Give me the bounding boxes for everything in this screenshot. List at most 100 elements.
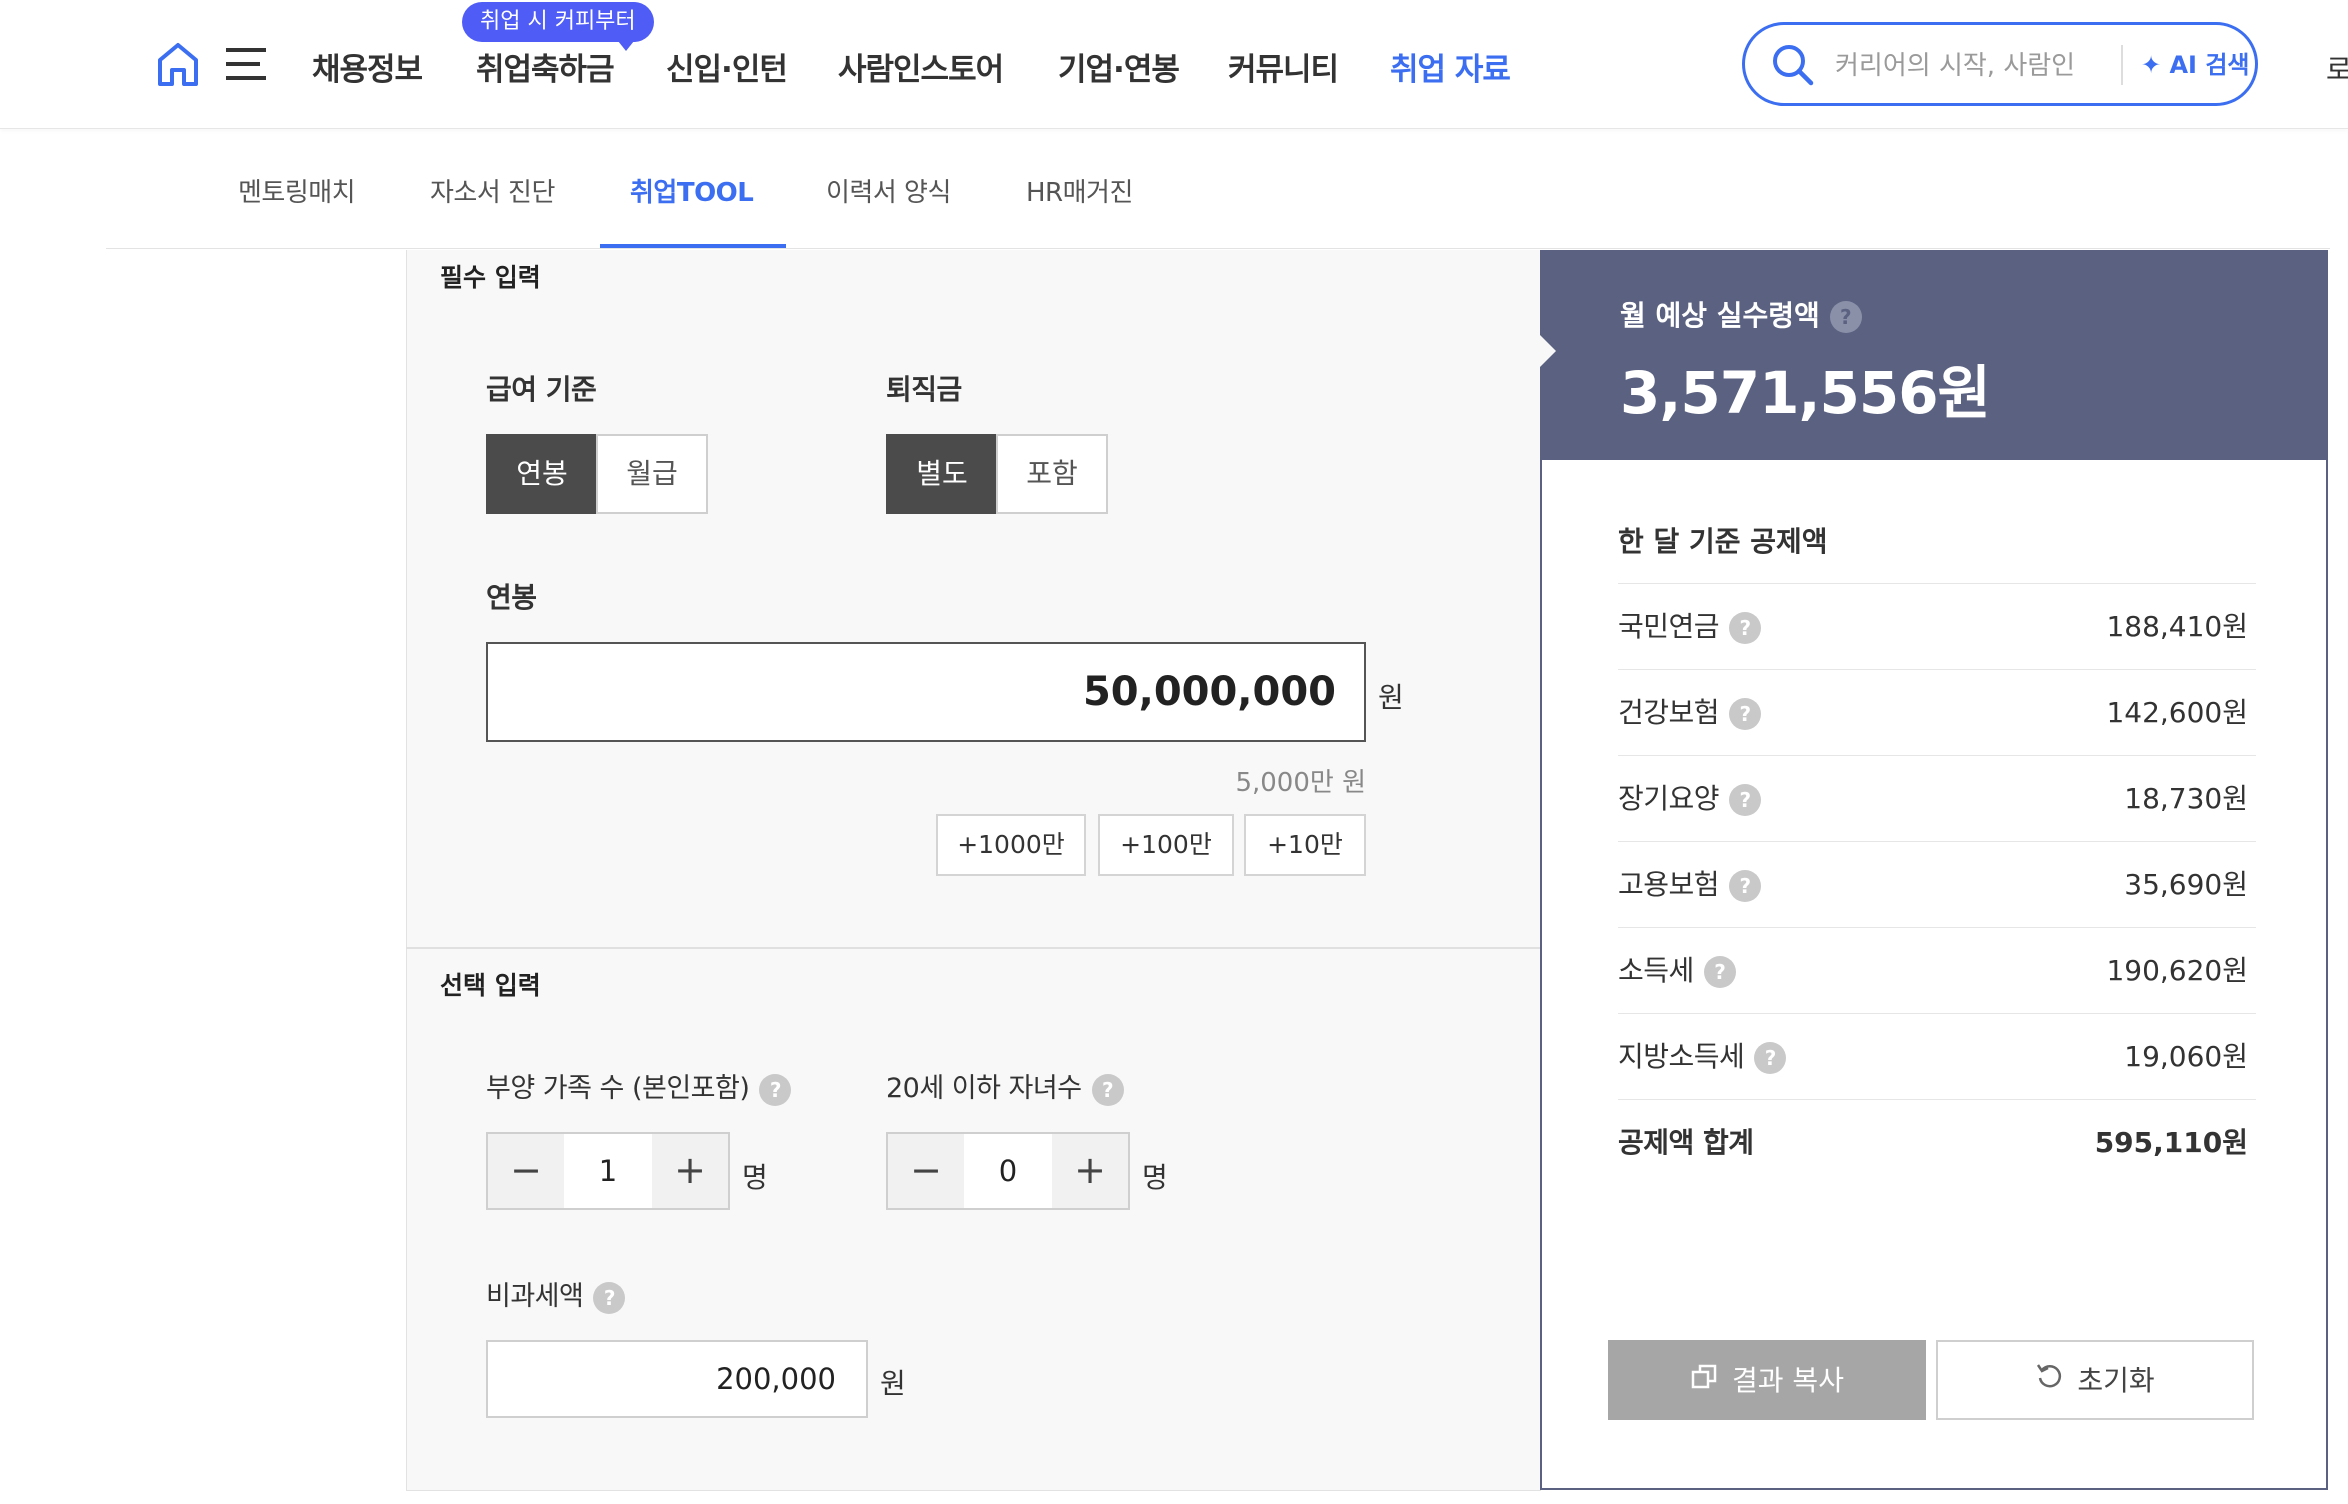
deduction-name: 소득세? bbox=[1618, 928, 1736, 1014]
top-header: 채용정보 취업축하금 신입·인턴 사람인스토어 기업·연봉 커뮤니티 취업 자료… bbox=[0, 0, 2348, 129]
optional-section-title: 선택 입력 bbox=[440, 971, 541, 1000]
deduction-name-text: 소득세 bbox=[1618, 954, 1694, 987]
deduction-total-label: 공제액 합계 bbox=[1618, 1126, 1754, 1159]
deduction-value: 188,410원 bbox=[2106, 610, 2248, 643]
deduction-title: 한 달 기준 공제액 bbox=[1618, 525, 1828, 558]
children-value[interactable]: 0 bbox=[964, 1134, 1052, 1208]
deduction-row: 소득세? 190,620원 bbox=[1618, 927, 2256, 1014]
help-icon[interactable]: ? bbox=[1729, 698, 1762, 730]
header-edge-text[interactable]: 로 bbox=[2326, 48, 2348, 88]
help-icon[interactable]: ? bbox=[1754, 1042, 1787, 1074]
children-plus-button[interactable]: + bbox=[1052, 1134, 1128, 1208]
severance-separate[interactable]: 별도 bbox=[886, 434, 998, 514]
deduction-name-text: 건강보험 bbox=[1618, 696, 1720, 729]
promo-badge: 취업 시 커피부터 bbox=[462, 2, 654, 51]
nav-store[interactable]: 사람인스토어 bbox=[838, 44, 1004, 89]
reset-icon bbox=[2035, 1343, 2065, 1421]
add-100k-button[interactable]: +10만 bbox=[1244, 814, 1366, 876]
deduction-name-text: 국민연금 bbox=[1618, 610, 1720, 643]
reset-label: 초기화 bbox=[2077, 1364, 2155, 1397]
severance-label: 퇴직금 bbox=[886, 373, 962, 406]
dependents-stepper: − 1 + bbox=[486, 1132, 730, 1210]
deduction-name-text: 장기요양 bbox=[1618, 782, 1720, 815]
subnav-active-indicator bbox=[600, 244, 786, 248]
deduction-name: 지방소득세? bbox=[1618, 1014, 1787, 1100]
copy-icon bbox=[1690, 1343, 1718, 1421]
net-pay-title-text: 월 예상 실수령액 bbox=[1620, 299, 1820, 332]
deduction-name-text: 고용보험 bbox=[1618, 868, 1720, 901]
help-icon[interactable]: ? bbox=[1703, 956, 1736, 988]
deduction-value: 190,620원 bbox=[2106, 954, 2248, 987]
salary-hint: 5,000만 원 bbox=[1235, 768, 1366, 798]
deduction-row: 장기요양? 18,730원 bbox=[1618, 755, 2256, 842]
nav-community[interactable]: 커뮤니티 bbox=[1228, 44, 1339, 89]
sparkle-icon: ✦ bbox=[2141, 51, 2170, 79]
help-icon[interactable]: ? bbox=[1729, 870, 1762, 902]
home-icon[interactable] bbox=[156, 40, 200, 88]
deduction-row: 국민연금? 188,410원 bbox=[1618, 583, 2256, 670]
help-icon[interactable]: ? bbox=[1729, 784, 1762, 816]
deduction-value: 19,060원 bbox=[2124, 1040, 2248, 1073]
required-section-title: 필수 입력 bbox=[440, 263, 541, 292]
dependents-plus-button[interactable]: + bbox=[652, 1134, 728, 1208]
reset-button[interactable]: 초기화 bbox=[1936, 1340, 2254, 1420]
salary-label: 연봉 bbox=[486, 581, 537, 614]
nontax-input[interactable] bbox=[486, 1340, 868, 1418]
deduction-name: 국민연금? bbox=[1618, 584, 1762, 670]
deduction-row: 고용보험? 35,690원 bbox=[1618, 841, 2256, 928]
dependents-minus-button[interactable]: − bbox=[488, 1134, 564, 1208]
deduction-row: 지방소득세? 19,060원 bbox=[1618, 1013, 2256, 1100]
subnav-job-tool[interactable]: 취업TOOL bbox=[630, 172, 754, 209]
help-icon[interactable]: ? bbox=[1829, 301, 1862, 333]
help-icon[interactable]: ? bbox=[1729, 612, 1762, 644]
help-icon[interactable]: ? bbox=[1091, 1073, 1124, 1106]
salary-input[interactable] bbox=[486, 642, 1366, 742]
nav-company-salary[interactable]: 기업·연봉 bbox=[1058, 44, 1180, 89]
salary-unit: 원 bbox=[1378, 681, 1404, 714]
nontax-unit: 원 bbox=[880, 1367, 906, 1400]
ai-search-label: AI 검색 bbox=[2169, 51, 2250, 79]
pay-basis-annual[interactable]: 연봉 bbox=[486, 434, 598, 514]
dependents-value[interactable]: 1 bbox=[564, 1134, 652, 1208]
nontax-label-text: 비과세액 bbox=[486, 1281, 584, 1312]
deduction-value: 142,600원 bbox=[2106, 696, 2248, 729]
deduction-value: 18,730원 bbox=[2124, 782, 2248, 815]
help-icon[interactable]: ? bbox=[593, 1281, 626, 1314]
copy-result-button[interactable]: 결과 복사 bbox=[1608, 1340, 1926, 1420]
add-1m-button[interactable]: +100만 bbox=[1098, 814, 1234, 876]
net-pay-amount: 3,571,556원 bbox=[1620, 359, 1991, 427]
deduction-name: 장기요양? bbox=[1618, 756, 1762, 842]
section-divider bbox=[406, 947, 1540, 949]
subnav-mentoring[interactable]: 멘토링매치 bbox=[238, 172, 356, 209]
copy-result-label: 결과 복사 bbox=[1732, 1364, 1844, 1397]
deduction-name: 고용보험? bbox=[1618, 842, 1762, 928]
ai-search-button[interactable]: ✦ AI 검색 bbox=[2121, 45, 2250, 85]
children-unit: 명 bbox=[1142, 1161, 1168, 1194]
severance-included[interactable]: 포함 bbox=[996, 434, 1108, 514]
dependents-label-text: 부양 가족 수 (본인포함) bbox=[486, 1073, 750, 1104]
dependents-label: 부양 가족 수 (본인포함)? bbox=[486, 1066, 792, 1106]
nav-intern[interactable]: 신입·인턴 bbox=[666, 44, 788, 89]
panel-arrow bbox=[1540, 335, 1556, 367]
nontax-label: 비과세액? bbox=[486, 1274, 626, 1314]
pay-basis-label: 급여 기준 bbox=[486, 373, 597, 406]
search-input[interactable] bbox=[1833, 47, 2117, 85]
dependents-unit: 명 bbox=[742, 1161, 768, 1194]
net-pay-title: 월 예상 실수령액? bbox=[1620, 294, 1862, 334]
nav-job-resources[interactable]: 취업 자료 bbox=[1390, 44, 1511, 89]
pay-basis-monthly[interactable]: 월급 bbox=[596, 434, 708, 514]
subnav-hr-magazine[interactable]: HR매거진 bbox=[1026, 172, 1133, 209]
nav-jobs[interactable]: 채용정보 bbox=[312, 44, 423, 89]
subnav-essay-diagnosis[interactable]: 자소서 진단 bbox=[430, 172, 555, 209]
deduction-total-row: 공제액 합계 595,110원 bbox=[1618, 1099, 2256, 1186]
search-icon[interactable] bbox=[1771, 43, 1815, 87]
nav-bonus[interactable]: 취업축하금 bbox=[476, 44, 615, 89]
search-box: ✦ AI 검색 bbox=[1742, 22, 2258, 106]
deduction-total-value: 595,110원 bbox=[2094, 1126, 2248, 1159]
subnav-resume-template[interactable]: 이력서 양식 bbox=[826, 172, 951, 209]
help-icon[interactable]: ? bbox=[759, 1073, 792, 1106]
deduction-name: 건강보험? bbox=[1618, 670, 1762, 756]
children-minus-button[interactable]: − bbox=[888, 1134, 964, 1208]
add-10m-button[interactable]: +1000만 bbox=[936, 814, 1086, 876]
menu-icon[interactable] bbox=[224, 46, 268, 82]
